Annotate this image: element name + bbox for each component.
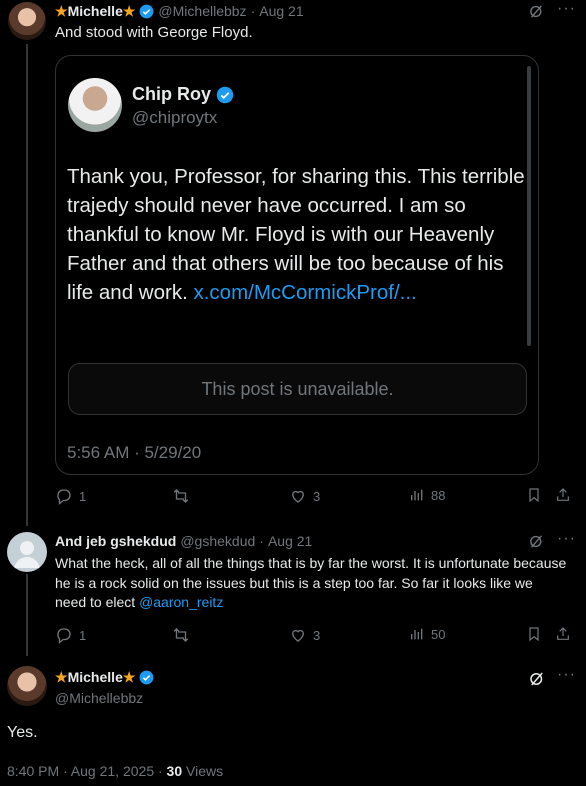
thread-line bbox=[26, 44, 28, 526]
quote-body: Thank you, Professor, for sharing this. … bbox=[67, 162, 527, 307]
views-count: 30 bbox=[166, 763, 183, 779]
more-icon[interactable]: ··· bbox=[557, 666, 576, 684]
avatar[interactable] bbox=[7, 532, 47, 572]
share-button[interactable] bbox=[555, 626, 571, 642]
tweet-meta: 8:40 PM · Aug 21, 2025 · 30 Views bbox=[7, 763, 223, 779]
views-button[interactable]: 50 bbox=[409, 626, 445, 642]
tweet-text: And stood with George Floyd. bbox=[55, 24, 253, 41]
tweet-time[interactable]: Aug 21 bbox=[259, 3, 303, 19]
tweet-actions: 1 3 50 bbox=[55, 626, 575, 646]
repost-button[interactable] bbox=[172, 626, 190, 644]
thread-line bbox=[26, 574, 28, 656]
repost-icon bbox=[172, 487, 190, 505]
bookmark-button[interactable] bbox=[526, 487, 542, 503]
heart-icon bbox=[289, 487, 307, 505]
avatar[interactable] bbox=[8, 2, 46, 40]
quote-avatar[interactable] bbox=[68, 78, 122, 132]
views-chart-icon bbox=[409, 626, 425, 642]
share-icon bbox=[555, 626, 571, 642]
views-label: Views bbox=[182, 763, 224, 779]
views-count: 50 bbox=[431, 626, 446, 642]
quote-timestamp[interactable]: 5:56 AM · 5/29/20 bbox=[67, 443, 201, 463]
avatar[interactable] bbox=[7, 666, 47, 706]
quote-scrollbar[interactable] bbox=[527, 66, 531, 346]
share-button[interactable] bbox=[555, 487, 571, 503]
author-name[interactable]: And jeb gshekdud bbox=[55, 533, 176, 549]
author-handle[interactable]: @Michellebbz bbox=[55, 690, 143, 706]
reply-count: 1 bbox=[79, 488, 87, 504]
author-name[interactable]: ★Michelle★ bbox=[55, 669, 135, 686]
tweet-header: ★Michelle★ @Michellebbz · Aug 21 bbox=[55, 2, 304, 20]
separator: · bbox=[250, 3, 256, 19]
tweet-text: What the heck, all of all the things tha… bbox=[55, 555, 567, 610]
like-count: 3 bbox=[313, 627, 321, 643]
bookmark-icon bbox=[526, 487, 542, 503]
like-count: 3 bbox=[313, 488, 321, 504]
author-handle[interactable]: @gshekdud bbox=[180, 533, 255, 549]
tweet-actions: 1 3 88 bbox=[55, 487, 575, 507]
quote-header: Chip Roy bbox=[132, 84, 234, 105]
verified-badge-icon bbox=[216, 86, 234, 104]
grok-icon[interactable] bbox=[528, 533, 545, 550]
views-button[interactable]: 88 bbox=[409, 487, 445, 503]
tweet-header: ★Michelle★ bbox=[55, 669, 154, 686]
reply-button[interactable]: 1 bbox=[55, 626, 86, 644]
separator: · bbox=[259, 533, 264, 549]
more-icon[interactable]: ··· bbox=[557, 0, 576, 18]
repost-icon bbox=[172, 626, 190, 644]
quote-author-handle[interactable]: @chiproytx bbox=[132, 108, 217, 128]
tweet-text: Yes. bbox=[7, 724, 38, 741]
grok-icon[interactable] bbox=[528, 3, 545, 20]
author-handle[interactable]: @Michellebbz bbox=[158, 3, 246, 19]
grok-icon[interactable] bbox=[528, 670, 546, 688]
like-button[interactable]: 3 bbox=[289, 626, 320, 644]
reply-button[interactable]: 1 bbox=[55, 487, 86, 505]
tweet-body: What the heck, all of all the things tha… bbox=[55, 554, 567, 613]
verified-badge-icon bbox=[139, 4, 154, 19]
tweet-header: And jeb gshekdud @gshekdud · Aug 21 bbox=[55, 533, 312, 549]
reply-icon bbox=[55, 487, 73, 505]
tweet-time[interactable]: Aug 21 bbox=[268, 533, 312, 549]
verified-badge-icon bbox=[139, 670, 154, 685]
bookmark-icon bbox=[526, 626, 542, 642]
like-button[interactable]: 3 bbox=[289, 487, 320, 505]
mention-link[interactable]: @aaron_reitz bbox=[139, 594, 223, 610]
reply-count: 1 bbox=[79, 627, 87, 643]
quoted-tweet-card[interactable]: Chip Roy @chiproytx Thank you, Professor… bbox=[55, 55, 539, 475]
quote-link[interactable]: x.com/McCormickProf/... bbox=[193, 281, 416, 304]
heart-icon bbox=[289, 626, 307, 644]
reply-icon bbox=[55, 626, 73, 644]
repost-button[interactable] bbox=[172, 487, 190, 505]
share-icon bbox=[555, 487, 571, 503]
views-count: 88 bbox=[431, 487, 446, 503]
more-icon[interactable]: ··· bbox=[557, 530, 576, 548]
unavailable-post-notice: This post is unavailable. bbox=[68, 363, 527, 415]
author-name[interactable]: ★Michelle★ bbox=[55, 3, 135, 20]
views-chart-icon bbox=[409, 487, 425, 503]
tweet-timestamp[interactable]: 8:40 PM · Aug 21, 2025 · bbox=[7, 763, 167, 779]
quote-author-name[interactable]: Chip Roy bbox=[132, 84, 211, 105]
bookmark-button[interactable] bbox=[526, 626, 542, 642]
